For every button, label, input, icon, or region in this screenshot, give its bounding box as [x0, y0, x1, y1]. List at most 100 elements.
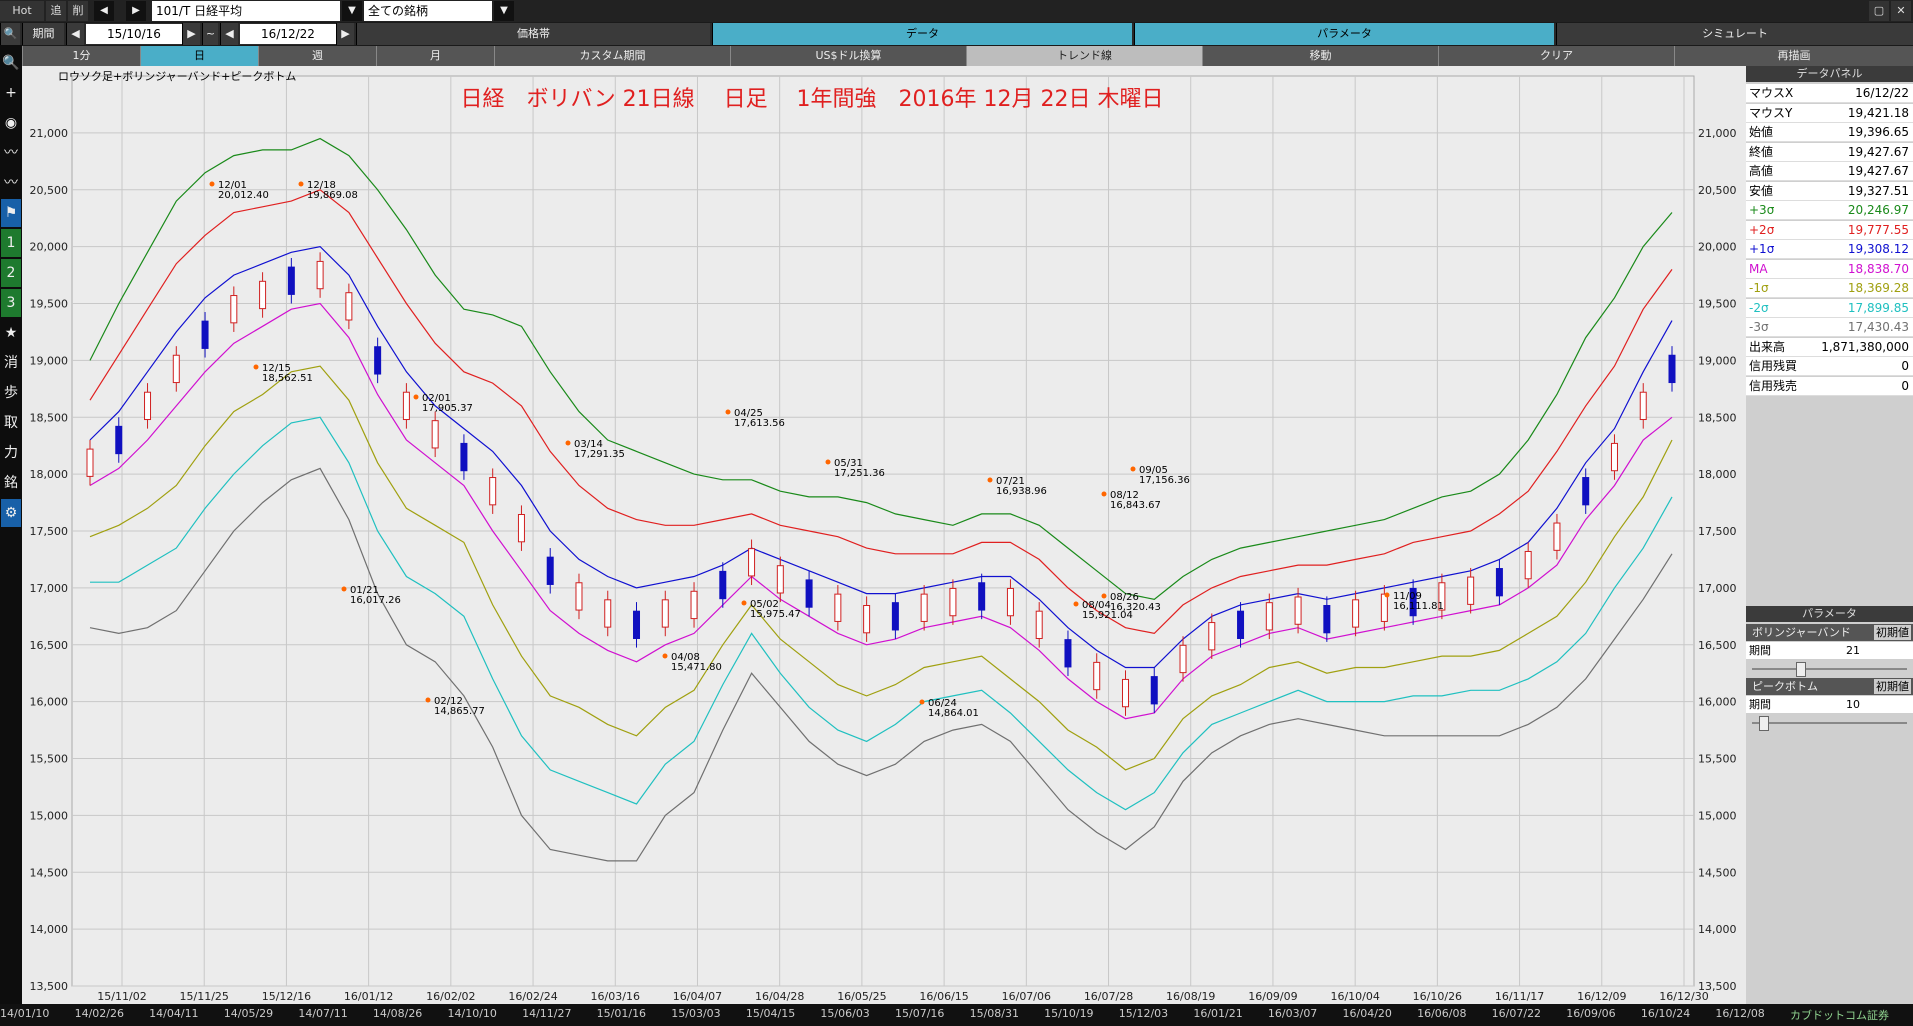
star-icon[interactable]: ★: [1, 319, 21, 347]
stock-icon[interactable]: 銘: [1, 469, 21, 497]
x-tick-label: 16/04/28: [755, 990, 804, 1003]
tick-icon[interactable]: 歩: [1, 379, 21, 407]
peak-value-label: 17,251.36: [834, 468, 885, 479]
data-row-label: +2σ: [1749, 222, 1775, 237]
date-to-prev-icon[interactable]: ◀: [220, 23, 238, 45]
usd-convert-button[interactable]: US$ドル換算: [730, 46, 966, 66]
one-icon[interactable]: 1: [1, 229, 21, 257]
candle-body: [1323, 605, 1331, 634]
peak-value-label: 15,975.47: [750, 609, 801, 620]
menu-parameter[interactable]: パラメータ: [1134, 23, 1554, 45]
peakbottom-slider[interactable]: [1746, 714, 1913, 731]
crosshair-icon[interactable]: +: [1, 79, 21, 107]
bottom-date-label: 15/12/03: [1118, 1007, 1169, 1020]
flag-icon[interactable]: ⚑: [1, 199, 21, 227]
candle-body: [546, 556, 554, 585]
search-icon[interactable]: 🔍: [1, 49, 21, 77]
peakbottom-reset-button[interactable]: 初期値: [1874, 679, 1911, 694]
timeframe-bar: 1分 日 週 月 カスタム期間 US$ドル換算 トレンド線 移動 クリア 再描画: [22, 46, 1913, 66]
delete-button[interactable]: 削: [68, 1, 88, 21]
data-row-label: -1σ: [1749, 281, 1769, 295]
bottom-date-label: 14/01/10: [0, 1007, 50, 1020]
three-icon[interactable]: 3: [1, 289, 21, 317]
trend-red-icon[interactable]: 〰: [1, 139, 21, 167]
candle-body: [1524, 550, 1532, 580]
trendline-button[interactable]: トレンド線: [966, 46, 1202, 66]
menu-data[interactable]: データ: [712, 23, 1132, 45]
bollinger-period-row: 期間 21: [1746, 642, 1913, 659]
bollinger-period-value[interactable]: 21: [1846, 642, 1860, 659]
x-tick-label: 15/11/25: [180, 990, 229, 1003]
market-select[interactable]: 全ての銘柄: [364, 1, 492, 21]
chart-area[interactable]: 13,500 13,500 14,000 14,000 14,500 14,500 15,0…: [22, 66, 1746, 1004]
bottom-date-label: 16/09/06: [1566, 1007, 1616, 1020]
tf-day[interactable]: 日: [140, 46, 258, 66]
data-row-value: 0: [1901, 378, 1909, 393]
peak-marker: [1073, 601, 1079, 607]
tf-month[interactable]: 月: [376, 46, 494, 66]
peakbottom-period-value[interactable]: 10: [1846, 696, 1860, 713]
symbol-dropdown-icon[interactable]: ▼: [342, 1, 362, 21]
settings-icon[interactable]: ⚙: [1, 499, 21, 527]
camera-icon[interactable]: ◉: [1, 109, 21, 137]
candle-body: [201, 320, 209, 349]
left-toolbar: 🔍 + ◉ 〰〰 ⚑ 1 2 3 ★ 消歩取力銘 ⚙: [0, 45, 22, 1026]
move-button[interactable]: 移動: [1202, 46, 1438, 66]
date-from-next-icon[interactable]: ▶: [182, 23, 200, 45]
data-row-label: 始値: [1749, 125, 1774, 139]
minimize-icon[interactable]: ▢: [1869, 1, 1889, 21]
y-tick-label-right: 18,000: [1698, 468, 1737, 481]
search-icon[interactable]: 🔍: [0, 23, 20, 45]
two-icon[interactable]: 2: [1, 259, 21, 287]
erase-icon[interactable]: 消: [1, 349, 21, 377]
hot-button[interactable]: Hot: [0, 1, 44, 21]
bollinger-name: ボリンジャーバンド: [1752, 626, 1851, 639]
menu-price-band[interactable]: 価格帯: [356, 23, 710, 45]
data-row-value: 1,871,380,000: [1821, 339, 1909, 354]
y-tick-label-left: 21,000: [30, 127, 69, 140]
close-icon[interactable]: ✕: [1891, 1, 1911, 21]
data-row: +2σ 19,777.55: [1746, 220, 1913, 240]
data-row-value: 16/12/22: [1855, 86, 1909, 100]
data-row: 終値 19,427.67: [1746, 142, 1913, 162]
bollinger-chart[interactable]: 13,500 13,50014,000 14,00014,500 14,50015,0…: [22, 66, 1746, 1004]
clear-button[interactable]: クリア: [1438, 46, 1674, 66]
data-row-value: 19,421.18: [1847, 105, 1909, 120]
add-button[interactable]: 追: [46, 1, 66, 21]
power-icon[interactable]: 力: [1, 439, 21, 467]
candle-body: [1035, 610, 1043, 639]
date-from-input[interactable]: 15/10/16: [86, 24, 182, 44]
bollinger-slider[interactable]: [1746, 660, 1913, 677]
trade-icon[interactable]: 取: [1, 409, 21, 437]
date-to-next-icon[interactable]: ▶: [336, 23, 354, 45]
date-to-input[interactable]: 16/12/22: [240, 24, 336, 44]
prev-symbol-icon[interactable]: ◀: [94, 1, 114, 21]
tf-1min[interactable]: 1分: [22, 46, 140, 66]
trend-purple-icon[interactable]: 〰: [1, 169, 21, 197]
y-tick-label-left: 16,000: [30, 696, 69, 709]
peak-marker: [725, 409, 731, 415]
peak-value-label: 17,156.36: [1139, 475, 1190, 486]
bollinger-slider-thumb[interactable]: [1795, 662, 1806, 677]
peak-marker: [425, 697, 431, 703]
candle-body: [863, 605, 871, 634]
tf-week[interactable]: 週: [258, 46, 376, 66]
data-row-value: 0: [1901, 359, 1909, 373]
tf-custom[interactable]: カスタム期間: [494, 46, 730, 66]
candle-body: [661, 599, 669, 628]
candle-body: [1265, 602, 1273, 631]
bollinger-reset-button[interactable]: 初期値: [1874, 625, 1911, 640]
bottom-date-label: 15/01/16: [596, 1007, 647, 1020]
market-dropdown-icon[interactable]: ▼: [494, 1, 514, 21]
date-from-prev-icon[interactable]: ◀: [66, 23, 84, 45]
candle-body: [431, 420, 439, 449]
redraw-button[interactable]: 再描画: [1674, 46, 1913, 66]
x-tick-label: 16/09/09: [1248, 990, 1297, 1003]
peakbottom-slider-thumb[interactable]: [1759, 716, 1770, 731]
next-symbol-icon[interactable]: ▶: [126, 1, 146, 21]
bottom-date-strip[interactable]: 14/01/10 14/02/26 14/04/11 14/05/29 14/07/11…: [0, 1004, 1913, 1026]
y-tick-label-left: 19,500: [30, 298, 69, 311]
menu-simulate[interactable]: シミュレート: [1556, 23, 1913, 45]
peak-marker: [1101, 491, 1107, 497]
symbol-field[interactable]: 101/T 日経平均: [152, 1, 340, 21]
